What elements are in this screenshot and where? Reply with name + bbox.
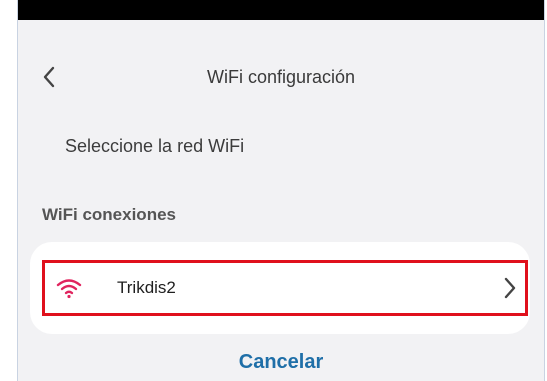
header: WiFi configuración: [18, 20, 544, 132]
wifi-config-screen: WiFi configuración Seleccione la red WiF…: [17, 0, 545, 381]
cancel-button[interactable]: Cancelar: [18, 349, 544, 375]
status-bar: [18, 0, 544, 20]
wifi-connections-label: WiFi conexiones: [42, 205, 176, 224]
page-title: WiFi configuración: [206, 67, 356, 87]
network-item-trikdis2[interactable]: Trikdis2: [42, 260, 528, 316]
chevron-right-icon: [501, 275, 519, 301]
select-network-instruction: Seleccione la red WiFi: [65, 136, 245, 156]
network-name: Trikdis2: [117, 278, 176, 297]
wifi-icon: [55, 276, 83, 300]
